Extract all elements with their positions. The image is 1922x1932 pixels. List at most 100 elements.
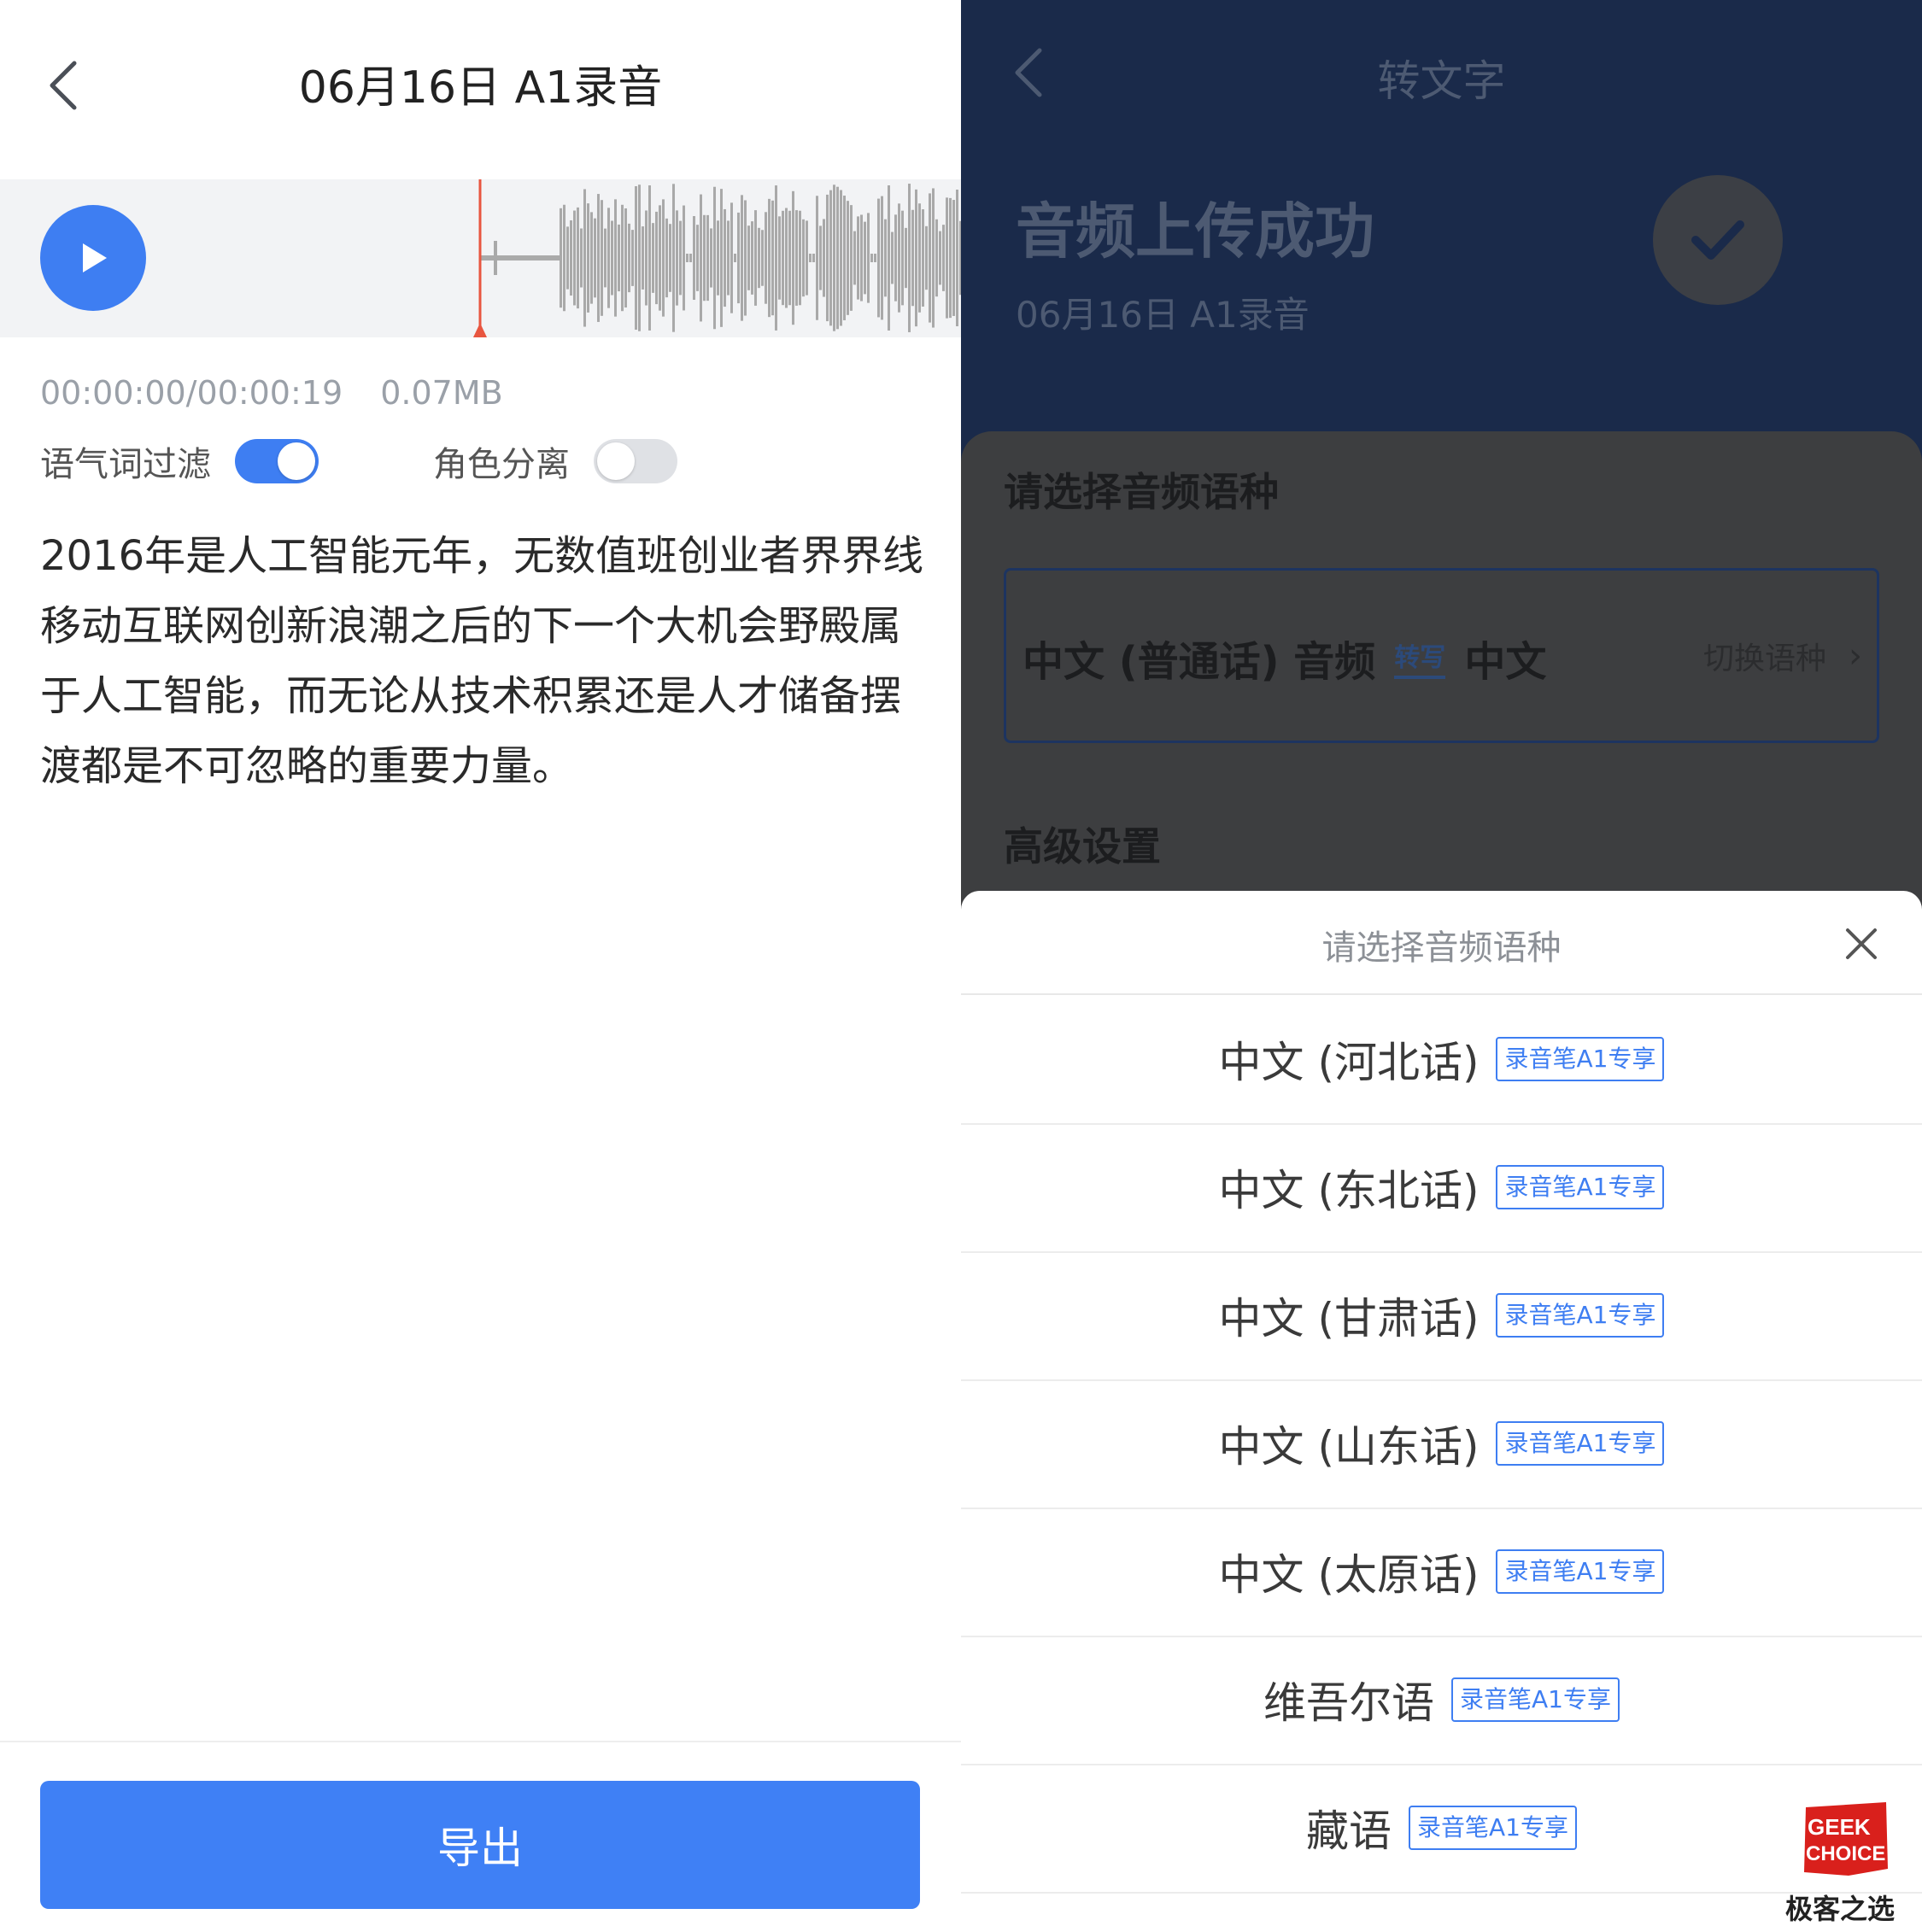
close-icon[interactable] bbox=[1843, 925, 1880, 963]
waveform-bar bbox=[624, 208, 627, 308]
waveform-bar bbox=[645, 210, 648, 306]
waveform-bar bbox=[717, 220, 719, 296]
waveform-bar bbox=[638, 184, 641, 331]
waveform-bar bbox=[847, 201, 849, 315]
waveform-bar bbox=[908, 184, 911, 332]
waveform-bar bbox=[792, 190, 794, 325]
waveform-bar bbox=[700, 194, 702, 322]
speaker-separation-toggle[interactable] bbox=[594, 439, 677, 483]
switch-language-label: 切换语种 bbox=[1702, 641, 1826, 676]
waveform-bar bbox=[628, 223, 630, 293]
playhead-handle[interactable] bbox=[473, 323, 487, 337]
waveform-bar bbox=[785, 208, 788, 308]
waveform-bar bbox=[642, 226, 644, 290]
waveform-bar bbox=[795, 210, 798, 306]
waveform-bar bbox=[949, 197, 952, 319]
language-option[interactable]: 中文 (甘肃话) 录音笔A1专享 bbox=[961, 1251, 1922, 1379]
waveform-bar bbox=[778, 216, 781, 300]
language-option[interactable]: 中文 (太原话) 录音笔A1专享 bbox=[961, 1508, 1922, 1636]
waveform-bar bbox=[727, 220, 730, 296]
language-option[interactable]: 藏语 录音笔A1专享 bbox=[961, 1764, 1922, 1892]
waveform-bar bbox=[618, 224, 620, 292]
waveform-bar bbox=[587, 203, 589, 313]
waveform-bar bbox=[713, 186, 716, 330]
waveform-bar bbox=[689, 254, 692, 262]
nav-title: 转文字 bbox=[1377, 56, 1506, 106]
chevron-right-icon: › bbox=[1849, 636, 1862, 676]
waveform-bar bbox=[925, 225, 928, 290]
source-language: 中文 (普通话) 音频 bbox=[1023, 638, 1376, 686]
waveform-bar bbox=[607, 208, 610, 308]
language-option[interactable]: 中文 (山东话) 录音笔A1专享 bbox=[961, 1379, 1922, 1508]
waveform-bar bbox=[788, 210, 791, 306]
waveform-bar bbox=[754, 210, 757, 306]
waveform-bar bbox=[611, 220, 613, 296]
waveform-bar bbox=[939, 231, 941, 285]
play-button[interactable] bbox=[40, 205, 146, 311]
upload-success-heading: 音频上传成功 bbox=[1016, 196, 1374, 266]
waveform-bar bbox=[601, 200, 603, 316]
exclusive-badge: 录音笔A1专享 bbox=[1496, 1549, 1665, 1594]
waveform-bar bbox=[915, 189, 917, 327]
logo-text-line1: GEEK bbox=[1808, 1814, 1871, 1840]
transcribe-screen: 转文字 音频上传成功 06月16日 A1录音 请选择音频语种 中文 (普通话) … bbox=[961, 0, 1922, 1932]
waveform-bar bbox=[843, 196, 846, 320]
waveform-bar bbox=[676, 210, 678, 306]
waveform-bar bbox=[911, 209, 914, 307]
screenshot-root: 06月16日 A1录音 00:00:00/00:00:19 0.07MB 语气词… bbox=[0, 0, 1922, 1932]
filler-filter-toggle[interactable] bbox=[235, 439, 319, 483]
waveform-bar bbox=[614, 199, 617, 317]
waveform-bar bbox=[816, 196, 818, 320]
waveform-bar bbox=[734, 254, 736, 262]
switch-language-link[interactable]: 切换语种 › bbox=[1703, 634, 1862, 678]
waveform-bar bbox=[594, 218, 596, 298]
waveform-bar bbox=[826, 194, 829, 322]
waveform-bar bbox=[857, 216, 859, 300]
language-option[interactable]: 中文 (东北话) 录音笔A1专享 bbox=[961, 1123, 1922, 1251]
waveform-bar bbox=[891, 231, 894, 284]
waveform-bar bbox=[655, 211, 658, 305]
waveform-bar bbox=[590, 212, 593, 304]
waveform-bar bbox=[563, 204, 565, 312]
language-option-label: 中文 (山东话) bbox=[1218, 1422, 1480, 1472]
language-option[interactable]: 维吾尔语 录音笔A1专享 bbox=[961, 1636, 1922, 1764]
waveform-bar bbox=[706, 214, 709, 302]
toggle-knob bbox=[278, 442, 315, 480]
waveform-bar bbox=[720, 189, 723, 327]
time-readout: 00:00:00/00:00:19 bbox=[40, 374, 343, 412]
waveform-bar bbox=[901, 210, 904, 306]
waveform-bar bbox=[635, 186, 637, 330]
waveform-bar bbox=[918, 203, 921, 313]
play-icon bbox=[83, 243, 107, 272]
waveform-bar bbox=[782, 210, 784, 306]
waveform-bar bbox=[884, 219, 887, 297]
waveform-bar bbox=[809, 254, 812, 262]
waveform-bar bbox=[566, 226, 569, 290]
waveform-bar bbox=[881, 196, 883, 320]
language-option[interactable]: 中文 (河北话) 录音笔A1专享 bbox=[961, 995, 1922, 1123]
waveform-bar bbox=[696, 225, 699, 291]
toggle-knob bbox=[597, 442, 635, 480]
waveform-bar bbox=[894, 214, 897, 302]
waveform-bar bbox=[952, 200, 955, 316]
export-button[interactable]: 导出 bbox=[40, 1781, 920, 1909]
exclusive-badge: 录音笔A1专享 bbox=[1496, 1293, 1665, 1338]
language-summary: 中文 (普通话) 音频 转写 中文 bbox=[1023, 628, 1546, 688]
language-option-label: 藏语 bbox=[1306, 1806, 1392, 1856]
waveform-bar bbox=[570, 220, 572, 296]
language-option-label: 中文 (太原话) bbox=[1218, 1550, 1480, 1600]
waveform-bar bbox=[840, 190, 842, 326]
waveform-bar bbox=[806, 220, 808, 296]
success-check-badge bbox=[1653, 175, 1783, 305]
waveform-bar bbox=[648, 185, 651, 331]
waveform-bar bbox=[860, 214, 863, 302]
waveform-bar bbox=[942, 225, 945, 291]
exclusive-badge: 录音笔A1专享 bbox=[1496, 1165, 1665, 1209]
logo-text-line2: CHOICE bbox=[1806, 1842, 1885, 1865]
waveform-bar bbox=[867, 213, 870, 303]
waveform-bar bbox=[758, 227, 760, 289]
waveform-bar bbox=[905, 227, 907, 289]
waveform-bar bbox=[929, 193, 931, 323]
language-option-label: 中文 (甘肃话) bbox=[1218, 1294, 1480, 1344]
waveform-bar bbox=[672, 184, 675, 332]
